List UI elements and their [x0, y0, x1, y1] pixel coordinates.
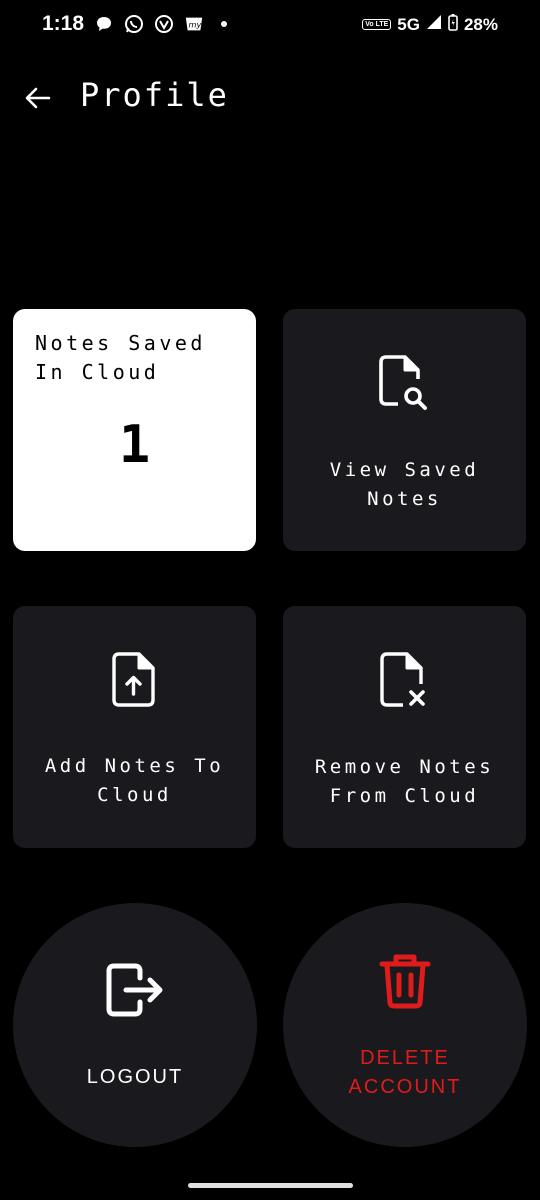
- file-remove-icon: [379, 652, 425, 707]
- view-saved-notes-label: View Saved Notes: [329, 459, 480, 510]
- arrow-left-icon: [25, 87, 51, 109]
- notes-saved-card: Notes Saved In Cloud 1: [13, 309, 256, 551]
- notification-icons: my: [94, 14, 234, 34]
- view-saved-notes-button[interactable]: View Saved Notes: [283, 309, 526, 551]
- myjio-icon: my: [184, 14, 204, 34]
- file-upload-icon: [111, 652, 155, 707]
- whatsapp-icon: [124, 14, 144, 34]
- notes-saved-count: 1: [118, 415, 151, 475]
- network-type: 5G: [397, 14, 420, 34]
- chat-bubble-icon: [94, 14, 114, 34]
- trash-icon: [379, 954, 431, 1009]
- signal-icon: [426, 14, 442, 35]
- vpn-icon: [154, 14, 174, 34]
- status-time: 1:18: [42, 12, 85, 35]
- home-indicator[interactable]: [188, 1183, 353, 1188]
- logout-icon: [106, 963, 163, 1017]
- page-title: Profile: [80, 76, 229, 114]
- remove-notes-from-cloud-label: Remove Notes From Cloud: [314, 756, 495, 807]
- status-indicators: Vo LTE 5G 28%: [362, 13, 498, 36]
- file-search-icon: [378, 355, 427, 410]
- svg-text:my: my: [189, 20, 202, 30]
- back-button[interactable]: [20, 80, 56, 116]
- delete-account-button[interactable]: DELETE ACCOUNT: [283, 903, 527, 1147]
- delete-account-label: DELETE ACCOUNT: [348, 1047, 462, 1098]
- app-header: Profile: [0, 70, 540, 126]
- logout-button[interactable]: LOGOUT: [13, 903, 257, 1147]
- battery-level: 28%: [463, 14, 498, 34]
- volte-badge: Vo LTE: [362, 19, 392, 30]
- add-notes-to-cloud-label: Add Notes To Cloud: [44, 755, 225, 806]
- notes-saved-label: Notes Saved In Cloud: [35, 331, 206, 384]
- logout-label: LOGOUT: [86, 1066, 184, 1088]
- status-bar: 1:18 my Vo LTE 5G 28%: [0, 0, 540, 54]
- add-notes-to-cloud-button[interactable]: Add Notes To Cloud: [13, 606, 256, 848]
- battery-icon: [448, 13, 458, 36]
- remove-notes-from-cloud-button[interactable]: Remove Notes From Cloud: [283, 606, 526, 848]
- dot-icon: [214, 14, 234, 34]
